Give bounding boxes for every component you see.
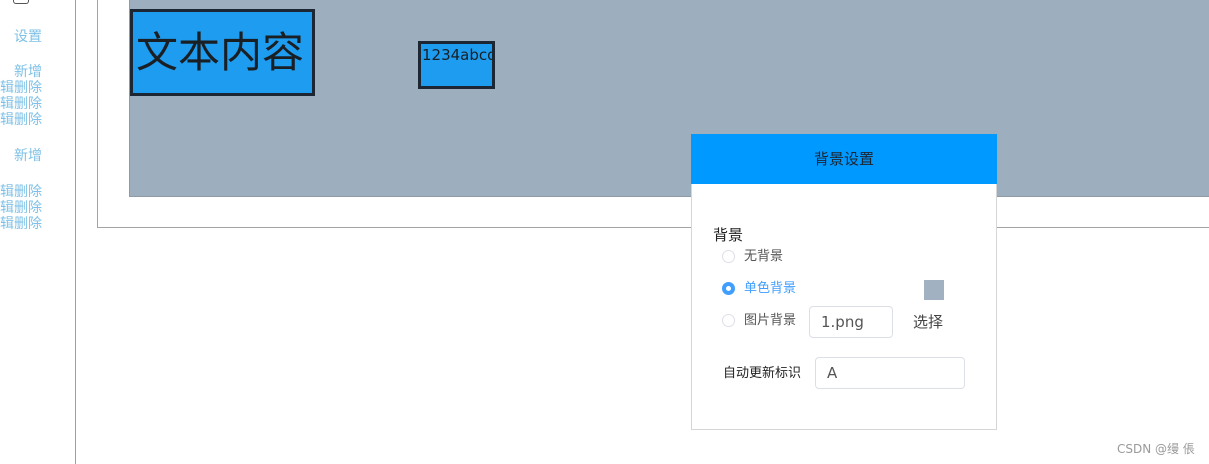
app-root: 设置 新增 编辑删除 编辑删除 编辑删除 新增 编辑删除 编辑删除 编辑删除 文…	[0, 0, 1209, 464]
sidebar-item-edit-delete[interactable]: 编辑删除	[0, 216, 42, 232]
auto-update-label: 自动更新标识	[723, 366, 802, 381]
sidebar-item-edit-delete[interactable]: 编辑删除	[0, 184, 42, 200]
radio-none[interactable]	[722, 250, 735, 263]
choose-file-button[interactable]: 选择	[913, 313, 943, 331]
text-block-small[interactable]: 1234abcd	[418, 41, 495, 89]
radio-solid[interactable]	[722, 282, 735, 295]
sidebar-item-edit-delete[interactable]: 编辑删除	[0, 80, 42, 96]
document-icon[interactable]	[13, 0, 29, 4]
radio-none-label[interactable]: 无背景	[744, 248, 783, 266]
sidebar-item-add[interactable]: 新增	[14, 148, 42, 164]
radio-image[interactable]	[722, 314, 735, 327]
sidebar: 设置 新增 编辑删除 编辑删除 编辑删除 新增 编辑删除 编辑删除 编辑删除	[0, 0, 76, 464]
sidebar-item-add[interactable]: 新增	[14, 64, 42, 80]
sidebar-item-edit-delete[interactable]: 编辑删除	[0, 96, 42, 112]
panel-title: 背景设置	[691, 134, 997, 184]
text-block-large[interactable]: 文本内容	[130, 9, 315, 96]
radio-image-label[interactable]: 图片背景	[744, 312, 796, 330]
auto-update-field[interactable]: A	[815, 357, 965, 389]
image-file-field[interactable]: 1.png	[809, 306, 893, 338]
color-swatch[interactable]	[924, 280, 944, 300]
sidebar-item-edit-delete[interactable]: 编辑删除	[0, 200, 42, 216]
sidebar-item-edit-delete[interactable]: 编辑删除	[0, 112, 42, 128]
sidebar-item-settings[interactable]: 设置	[14, 29, 42, 45]
radio-solid-label[interactable]: 单色背景	[744, 280, 796, 298]
background-section-label: 背景	[713, 226, 744, 244]
watermark: CSDN @缦 倀	[1117, 442, 1195, 456]
background-settings-panel: 背景设置 背景 无背景 单色背景 图片背景 1.png 选择 自动更新标识 A	[691, 134, 997, 430]
